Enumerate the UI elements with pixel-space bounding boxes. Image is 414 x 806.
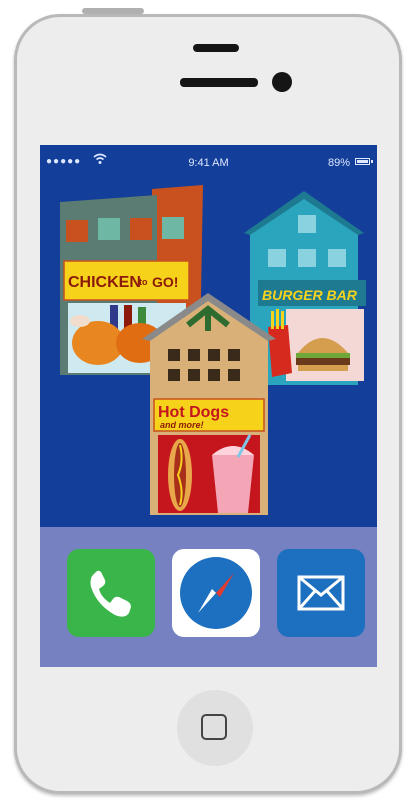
chicken-sign-end: GO! xyxy=(152,274,178,290)
home-button[interactable] xyxy=(177,690,253,766)
safari-app-button[interactable] xyxy=(172,549,260,637)
compass-icon xyxy=(180,557,252,629)
home-square-icon xyxy=(201,714,227,740)
front-camera xyxy=(272,72,292,92)
burger-sign: BURGER BAR xyxy=(262,287,358,303)
earpiece-speaker xyxy=(193,44,239,52)
restaurant-illustration: CHICKEN to GO! BURGER BAR Hot Dogs and m… xyxy=(60,185,366,515)
phone-app-button[interactable] xyxy=(67,549,155,637)
screen: ●●●●● 9:41 AM 89% CHICKEN to GO! BURGER … xyxy=(40,145,377,667)
envelope-icon xyxy=(297,575,345,611)
phone-icon xyxy=(90,570,131,617)
hotdog-sign-main: Hot Dogs xyxy=(158,404,229,421)
side-button[interactable] xyxy=(82,8,144,14)
mail-app-button[interactable] xyxy=(277,549,365,637)
hotdog-sign-sub: and more! xyxy=(160,420,204,430)
speaker-grille xyxy=(180,78,258,87)
hotdog-building: Hot Dogs and more! xyxy=(142,293,276,515)
chicken-sign-main: CHICKEN xyxy=(68,274,141,291)
chicken-sign-mid: to xyxy=(139,277,148,287)
